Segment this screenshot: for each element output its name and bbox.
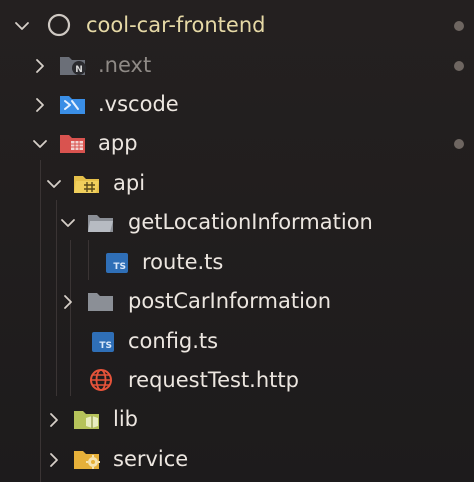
chevron-right-icon (30, 56, 50, 76)
ts-badge: TS (92, 332, 114, 352)
tree-item-lib-folder[interactable]: lib (0, 400, 474, 439)
tree-item-label: .next (98, 53, 152, 77)
repo-circle-icon (44, 12, 74, 38)
tree-item-label: config.ts (128, 329, 219, 353)
tree-item-label: api (113, 171, 146, 195)
file-explorer: cool-car-frontend N .next .vscode app ap… (0, 0, 474, 482)
tree-item-postcarinformation-folder[interactable]: postCarInformation (0, 282, 474, 321)
typescript-file-icon: TS (88, 329, 118, 355)
chevron-down-icon (58, 213, 78, 233)
tree-item-label: service (113, 447, 189, 471)
folder-open-icon (86, 209, 116, 235)
tree-root-label: cool-car-frontend (86, 13, 266, 37)
api-folder-icon (72, 170, 102, 196)
typescript-file-icon: TS (102, 250, 132, 276)
app-folder-icon (58, 130, 88, 156)
tree-item-service-folder[interactable]: service (0, 440, 474, 479)
chevron-right-icon (44, 450, 64, 470)
tree-item-route-ts-file[interactable]: TS route.ts (0, 243, 474, 282)
tree-root-cool-car-frontend[interactable]: cool-car-frontend (0, 6, 474, 45)
tree-item-label: requestTest.http (128, 368, 299, 392)
tree-item-label: postCarInformation (128, 289, 332, 313)
chevron-right-icon (58, 292, 78, 312)
tree-item-label: .vscode (98, 92, 179, 116)
tree-item-next-folder[interactable]: N .next (0, 46, 474, 85)
tree-item-label: route.ts (142, 250, 224, 274)
modified-dot (454, 21, 464, 31)
svg-text:N: N (75, 65, 83, 75)
tree-item-label: app (98, 131, 138, 155)
tree-item-requesttest-http-file[interactable]: requestTest.http (0, 361, 474, 400)
ts-badge: TS (106, 253, 128, 273)
chevron-down-icon (30, 134, 50, 154)
chevron-down-icon (12, 16, 32, 36)
modified-dot (454, 139, 464, 149)
modified-dot (454, 61, 464, 71)
tree-item-getlocationinformation-folder[interactable]: getLocationInformation (0, 203, 474, 242)
tree-item-app-folder[interactable]: app (0, 124, 474, 163)
lib-folder-icon (72, 406, 102, 432)
folder-icon (86, 288, 116, 314)
globe-icon (86, 367, 116, 393)
chevron-right-icon (44, 410, 64, 430)
chevron-down-icon (44, 174, 64, 194)
tree-item-config-ts-file[interactable]: TS config.ts (0, 322, 474, 361)
tree-item-label: lib (113, 407, 138, 431)
tree-item-api-folder[interactable]: api (0, 164, 474, 203)
service-folder-icon (72, 446, 102, 472)
vscode-folder-icon (58, 91, 88, 117)
nextjs-folder-icon: N (58, 52, 88, 78)
chevron-right-icon (30, 95, 50, 115)
tree-item-label: getLocationInformation (128, 210, 373, 234)
tree-item-vscode-folder[interactable]: .vscode (0, 85, 474, 124)
